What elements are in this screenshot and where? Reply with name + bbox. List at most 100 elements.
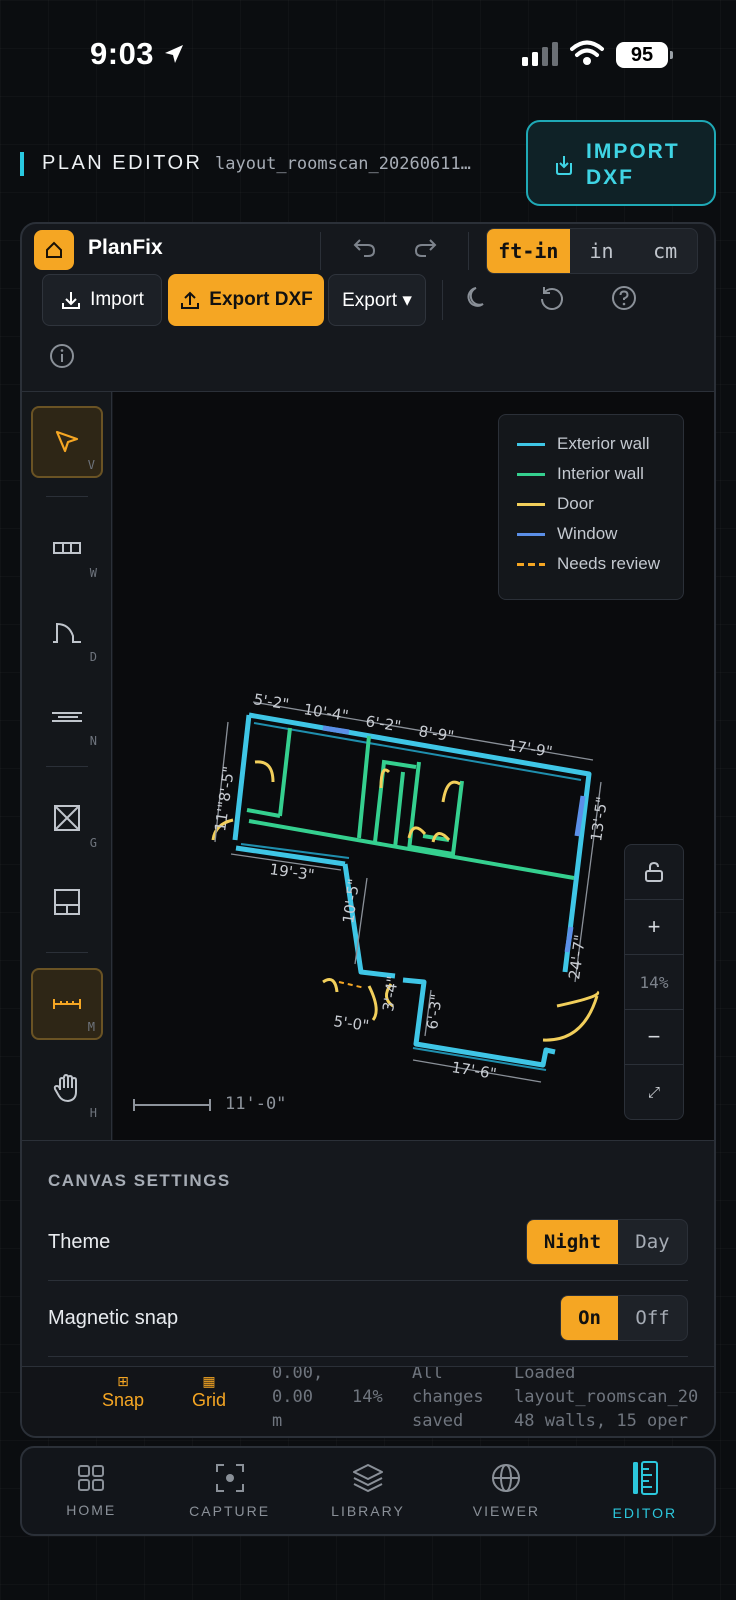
clock: 9:03 [90, 36, 155, 71]
coord-line: 0.00 [272, 1387, 313, 1407]
fit-button[interactable]: ⤢ [625, 1065, 683, 1120]
home-button[interactable] [34, 230, 74, 270]
grid-indicator-label: Grid [192, 1390, 227, 1410]
wall-icon [53, 542, 81, 554]
save-status: All changes saved [412, 1366, 484, 1433]
unit-cm[interactable]: cm [633, 229, 697, 273]
download-icon [62, 292, 81, 309]
legend-swatch [517, 532, 545, 536]
window-tool[interactable]: N [31, 680, 103, 752]
tab-library[interactable]: LIBRARY [299, 1448, 437, 1534]
status-bar: 9:03 95 [0, 28, 736, 80]
door-tool[interactable]: D [31, 596, 103, 668]
theme-day[interactable]: Day [618, 1220, 687, 1264]
snap-toggle[interactable]: On Off [560, 1295, 688, 1341]
shortcut-key: D [89, 650, 97, 664]
tab-label: HOME [66, 1502, 117, 1518]
divider [46, 952, 88, 953]
theme-toggle[interactable]: Night Day [526, 1219, 688, 1265]
moon-icon[interactable] [464, 284, 492, 312]
load-line: layout_roomscan_20 [514, 1387, 699, 1407]
dim-label: 19'-3" [268, 860, 315, 884]
save-line: All [412, 1366, 443, 1383]
tab-label: VIEWER [472, 1503, 541, 1519]
plan-canvas[interactable]: 5'-2" 10'-4" 6'-2" 8'-9" 17'-9" 13'-5" 2… [113, 392, 714, 1140]
undo-icon[interactable] [352, 234, 378, 260]
unit-in[interactable]: in [570, 229, 634, 273]
status-strip: ⊞ Snap ▦ Grid 0.00, 0.00 m 14% All chang… [22, 1366, 714, 1436]
shortcut-key: W [89, 566, 97, 580]
legend-label: Door [557, 494, 594, 513]
divider [46, 766, 88, 767]
import-icon [556, 156, 572, 175]
unit-ft-in[interactable]: ft-in [487, 229, 570, 273]
snap-on[interactable]: On [561, 1296, 619, 1340]
legend-item: Exterior wall [517, 429, 665, 459]
lock-button[interactable] [625, 845, 683, 900]
import-label: Import [90, 289, 144, 310]
info-icon[interactable] [48, 342, 76, 370]
zoom-in-button[interactable]: + [625, 900, 683, 955]
shortcut-key: V [87, 458, 95, 472]
grid-indicator[interactable]: ▦ Grid [192, 1373, 226, 1411]
accent-bar [20, 152, 24, 176]
save-line: saved [412, 1411, 464, 1431]
unit-selector[interactable]: ft-in in cm [486, 228, 698, 274]
snap-label: Magnetic snap [48, 1307, 179, 1329]
room-icon [54, 889, 80, 915]
opening-tool[interactable]: G [31, 782, 103, 854]
redo-icon[interactable] [412, 234, 438, 260]
pointer-icon [55, 430, 79, 453]
theme-row: Theme Night Day [48, 1205, 688, 1281]
dim-label: 17'-9" [506, 736, 553, 761]
review-marks [338, 981, 366, 989]
tab-viewer[interactable]: VIEWER [437, 1448, 575, 1534]
snap-indicator[interactable]: ⊞ Snap [102, 1373, 144, 1411]
wall-tool[interactable]: W [31, 512, 103, 584]
dim-label: 10'-5" [339, 877, 363, 924]
export-dxf-button[interactable]: Export DXF [168, 274, 324, 326]
room-tool[interactable] [31, 866, 103, 938]
editor-header: PLAN EDITOR layout_roomscan_20260611… IM… [0, 120, 736, 210]
export-label: Export ▾ [342, 289, 412, 311]
dim-label: 13'-5" [587, 795, 611, 842]
zoom-out-button[interactable]: − [625, 1010, 683, 1065]
tab-editor[interactable]: EDITOR [576, 1448, 714, 1534]
measure-tool[interactable]: M [31, 968, 103, 1040]
scale-line [133, 1099, 211, 1111]
tab-bar: HOME CAPTURE LIBRARY VIEWER EDITOR [20, 1446, 716, 1536]
snap-off[interactable]: Off [618, 1296, 687, 1340]
select-tool[interactable]: V [31, 406, 103, 478]
canvas-settings: CANVAS SETTINGS Theme Night Day Magnetic… [22, 1140, 714, 1366]
tab-label: CAPTURE [189, 1503, 271, 1519]
snap-row: Magnetic snap On Off [48, 1281, 688, 1357]
export-dropdown[interactable]: Export ▾ [328, 274, 426, 326]
signal-icon [522, 42, 558, 66]
snap-icon: ⊞ [117, 1373, 129, 1389]
save-line: changes [412, 1387, 484, 1407]
dim-label: 8'-9" [417, 722, 455, 745]
tab-label: LIBRARY [331, 1503, 405, 1519]
pan-tool[interactable]: H [31, 1052, 103, 1124]
theme-label: Theme [48, 1231, 111, 1253]
tab-capture[interactable]: CAPTURE [160, 1448, 298, 1534]
tab-home[interactable]: HOME [22, 1448, 160, 1534]
theme-night[interactable]: Night [527, 1220, 618, 1264]
dim-label: 5'-2" [252, 690, 290, 713]
status-zoom: 14% [352, 1387, 383, 1407]
dim-label: 11'"8'-5" [211, 765, 238, 833]
file-name: layout_roomscan_20260611… [215, 154, 471, 174]
import-dxf-button[interactable]: IMPORT DXF [526, 120, 716, 206]
shortcut-key: M [87, 1020, 95, 1034]
help-icon[interactable] [610, 284, 638, 312]
load-line: 48 walls, 15 oper [514, 1411, 688, 1431]
reset-icon[interactable] [538, 284, 566, 312]
grid-icon [78, 1465, 105, 1491]
app-brand: PlanFix [88, 236, 163, 259]
shortcut-key: N [89, 734, 97, 748]
import-button[interactable]: Import [42, 274, 162, 326]
plan-legend: Exterior wall Interior wall Door Window … [498, 414, 684, 600]
export-dxf-label: Export DXF [209, 289, 313, 310]
legend-item: Interior wall [517, 459, 665, 489]
divider [46, 496, 88, 497]
